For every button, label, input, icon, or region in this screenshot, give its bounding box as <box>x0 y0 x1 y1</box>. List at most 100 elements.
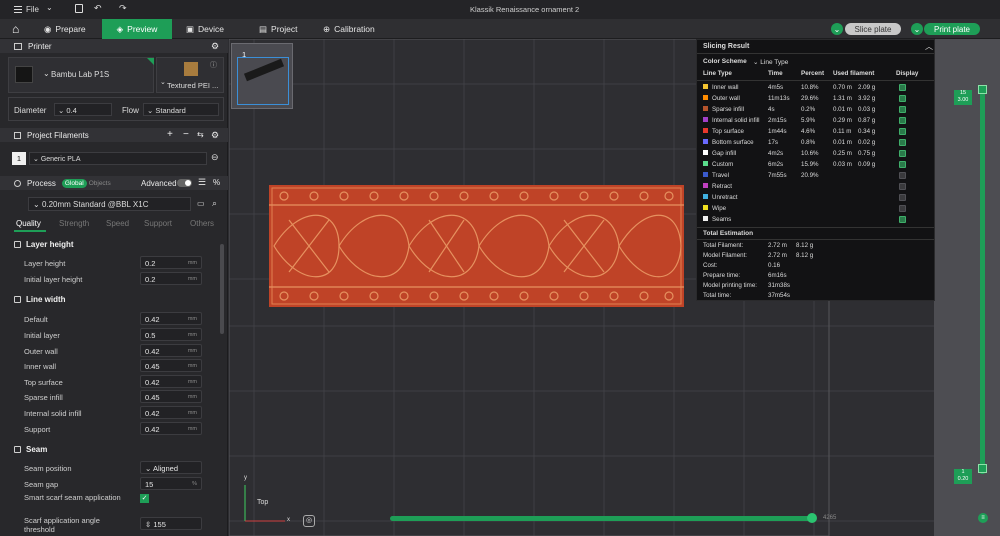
fit-view-icon[interactable]: ◎ <box>303 515 315 527</box>
layer-top-height: 3.00 <box>957 97 969 103</box>
window-title: Klassik Renaissance ornament 2 <box>470 5 580 14</box>
tab-preview[interactable]: ◈ Preview <box>102 19 172 39</box>
line-type-name: Internal solid infill <box>712 117 760 124</box>
project-icon: ▤ <box>259 23 268 34</box>
flow-select[interactable]: ⌄ Standard <box>143 103 219 116</box>
advanced-switch[interactable] <box>177 179 192 187</box>
line-type-name: Unretract <box>712 194 738 201</box>
display-checkbox[interactable] <box>899 95 906 102</box>
display-checkbox[interactable] <box>899 172 906 179</box>
line-type-time: 4s <box>768 106 775 113</box>
line-type-time: 1m44s <box>768 128 787 135</box>
slice-dropdown-button[interactable]: ⌄ <box>831 23 843 35</box>
tab-prepare[interactable]: ◉ Prepare <box>44 19 86 39</box>
display-checkbox[interactable] <box>899 194 906 201</box>
layers-menu-icon[interactable]: ≡ <box>978 513 988 523</box>
initial-layer-width-input[interactable]: 0.5 mm <box>140 328 202 341</box>
display-checkbox[interactable] <box>899 205 906 212</box>
setting-row: Smart scarf seam application ✓ <box>0 490 228 512</box>
display-checkbox[interactable] <box>899 106 906 113</box>
slice-plate-button[interactable]: Slice plate <box>845 23 901 35</box>
seam-position-select[interactable]: ⌄ Aligned <box>140 461 202 474</box>
layer-bottom-height: 0.20 <box>957 476 969 482</box>
header-divider <box>697 80 934 81</box>
line-type-row: Wipe <box>703 204 931 215</box>
filament-settings-icon[interactable]: ⊖ <box>211 152 219 163</box>
tab-device[interactable]: ▣ Device <box>186 19 224 39</box>
setting-row: Default 0.42 mm <box>0 312 228 328</box>
seam-gap-input[interactable]: 15% <box>140 477 202 490</box>
print-dropdown-button[interactable]: ⌄ <box>911 23 923 35</box>
tab-quality[interactable]: Quality <box>16 219 41 228</box>
printer-section-header: Printer ⚙ <box>0 39 228 53</box>
table-header: Line Type Time Percent Used filament Dis… <box>703 70 931 80</box>
preview-icon: ◈ <box>116 23 124 34</box>
move-slider-thumb[interactable] <box>807 513 817 523</box>
scarf-angle-input[interactable]: ⇳ 155 <box>140 517 202 530</box>
add-icon[interactable]: + <box>167 129 173 140</box>
layer-slider-top-thumb[interactable] <box>978 85 987 94</box>
chevron-down-icon[interactable]: ⌄ <box>46 3 53 12</box>
display-checkbox[interactable] <box>899 84 906 91</box>
sparse-infill-width-input[interactable]: 0.45 mm <box>140 390 202 403</box>
outer-wall-width-input[interactable]: 0.42 mm <box>140 344 202 357</box>
collapse-icon[interactable]: ︿ <box>925 41 933 52</box>
percent-icon[interactable]: % <box>213 178 220 187</box>
objects-toggle[interactable]: Objects <box>89 180 111 187</box>
display-checkbox[interactable] <box>899 117 906 124</box>
save-profile-icon[interactable]: ▭ <box>197 199 205 208</box>
process-profile-select[interactable]: ⌄ 0.20mm Standard @BBL X1C <box>28 197 191 211</box>
setting-value: 0.42 <box>145 425 160 434</box>
color-scheme-select[interactable]: ⌄ Line Type <box>753 58 788 66</box>
plate-thumbnail-1[interactable]: 1 <box>231 43 293 109</box>
tab-project[interactable]: ▤ Project <box>259 19 298 39</box>
menu-icon[interactable] <box>14 6 22 13</box>
gear-icon[interactable]: ⚙ <box>211 130 219 141</box>
gear-icon[interactable]: ⚙ <box>211 41 219 52</box>
filament-select[interactable]: ⌄ Generic PLA <box>29 152 207 165</box>
initial-layer-height-input[interactable]: 0.2 mm <box>140 272 202 285</box>
display-checkbox[interactable] <box>899 161 906 168</box>
display-checkbox[interactable] <box>899 183 906 190</box>
tab-calibration[interactable]: ⊕ Calibration <box>323 19 375 39</box>
file-menu[interactable]: File <box>26 5 39 14</box>
display-checkbox[interactable] <box>899 128 906 135</box>
remove-icon[interactable]: − <box>183 129 189 140</box>
smart-scarf-checkbox[interactable]: ✓ <box>140 494 149 503</box>
move-slider-track[interactable] <box>390 516 812 521</box>
sync-icon[interactable]: ⇆ <box>197 130 204 139</box>
estimation-value-secondary: 8.12 g <box>796 252 814 259</box>
info-icon[interactable]: ⓘ <box>210 60 217 70</box>
home-icon[interactable]: ⌂ <box>12 22 19 36</box>
tab-support[interactable]: Support <box>144 219 172 228</box>
default-width-input[interactable]: 0.42 mm <box>140 312 202 325</box>
save-icon[interactable] <box>75 4 83 13</box>
display-checkbox[interactable] <box>899 216 906 223</box>
support-width-input[interactable]: 0.42 mm <box>140 422 202 435</box>
process-profile-value: 0.20mm Standard @BBL X1C <box>41 200 149 209</box>
display-checkbox[interactable] <box>899 150 906 157</box>
color-swatch <box>703 117 708 122</box>
tab-strength[interactable]: Strength <box>59 219 89 228</box>
redo-icon[interactable]: ↷ <box>119 3 127 14</box>
printer-selector[interactable]: ⌄ Bambu Lab P1S <box>8 57 154 93</box>
plate-selector[interactable]: ⓘ ⌄ Textured PEI ... <box>156 57 224 93</box>
display-checkbox[interactable] <box>899 139 906 146</box>
diameter-select[interactable]: ⌄ 0.4 <box>54 103 112 116</box>
layer-slider-bottom-thumb[interactable] <box>978 464 987 473</box>
line-type-meters: 0.03 m <box>833 161 852 168</box>
tab-speed[interactable]: Speed <box>106 219 129 228</box>
inner-wall-width-input[interactable]: 0.45 mm <box>140 359 202 372</box>
filament-row[interactable]: 1 ⌄ Generic PLA ⊖ <box>12 152 224 166</box>
layer-slider-track[interactable] <box>980 89 985 474</box>
filaments-section-header: Project Filaments + − ⇆ ⚙ <box>0 128 228 142</box>
tab-others[interactable]: Others <box>190 219 214 228</box>
layer-height-input[interactable]: 0.2 mm <box>140 256 202 269</box>
undo-icon[interactable]: ↶ <box>94 3 102 14</box>
top-surface-width-input[interactable]: 0.42 mm <box>140 375 202 388</box>
print-plate-button[interactable]: Print plate <box>924 23 980 35</box>
global-toggle[interactable]: Global <box>61 178 87 188</box>
list-icon[interactable]: ☰ <box>198 177 206 188</box>
search-icon[interactable]: ⌕ <box>212 198 217 209</box>
internal-solid-infill-width-input[interactable]: 0.42 mm <box>140 406 202 419</box>
